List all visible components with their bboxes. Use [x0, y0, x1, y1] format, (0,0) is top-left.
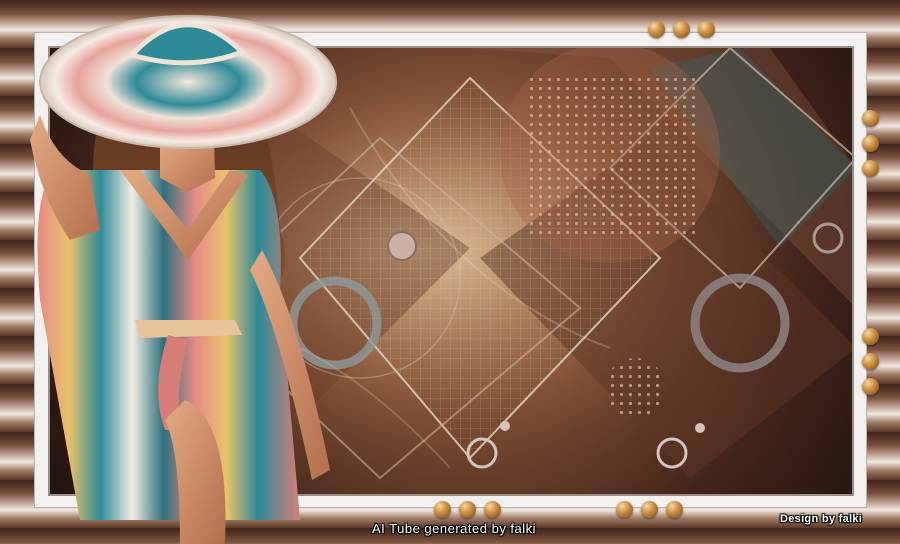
bead-row-bottom-center [434, 501, 501, 518]
gold-bead [698, 21, 715, 38]
woman-figure [30, 15, 337, 544]
gold-bead [641, 501, 658, 518]
gold-bead [862, 328, 879, 345]
bead-column-right-top [862, 110, 879, 177]
gold-bead [673, 21, 690, 38]
tube-credit-caption: AI Tube generated by falki [372, 521, 537, 536]
gold-bead [434, 501, 451, 518]
gold-bead [862, 135, 879, 152]
bead-row-top-right [648, 21, 715, 38]
gold-bead [862, 378, 879, 395]
gold-bead [616, 501, 633, 518]
gold-bead [666, 501, 683, 518]
bead-row-bottom-right [616, 501, 683, 518]
gold-bead [459, 501, 476, 518]
gold-bead [862, 160, 879, 177]
gold-bead [484, 501, 501, 518]
gold-bead [862, 353, 879, 370]
bead-column-right-bottom [862, 328, 879, 395]
gold-bead [862, 110, 879, 127]
design-signature: Design by falki [780, 513, 863, 525]
gold-bead [648, 21, 665, 38]
